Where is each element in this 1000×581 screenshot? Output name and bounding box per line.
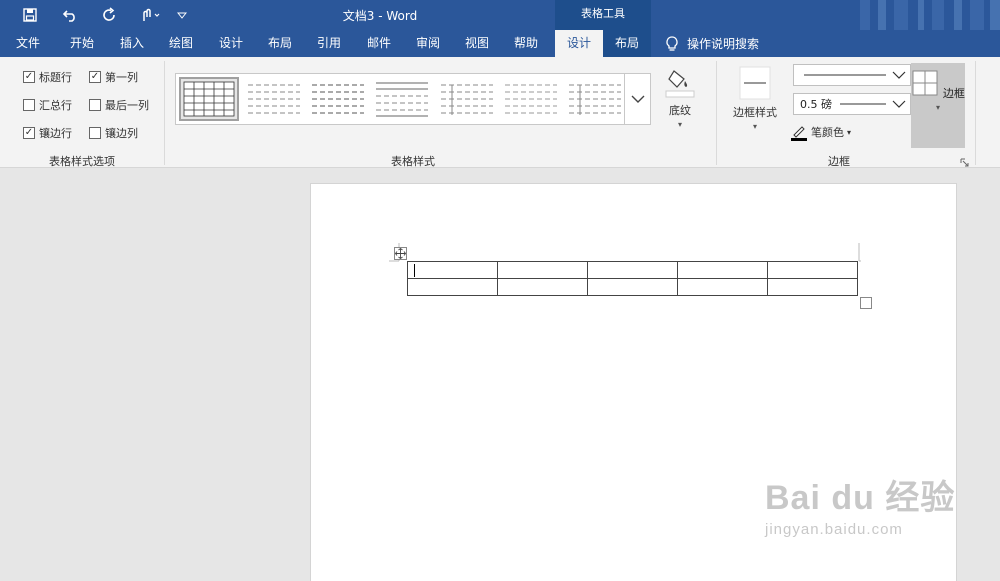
title-bar: 文档3 - Word 表格工具 [0,0,1000,56]
contextual-group-label: 表格工具 [555,0,651,30]
lightbulb-icon [666,35,678,51]
tab-design[interactable]: 设计 [208,30,254,57]
table-style-thumbnail[interactable] [437,77,497,121]
table-cell[interactable] [497,278,588,296]
table-cell[interactable] [587,278,678,296]
customize-dropdown-icon[interactable] [170,4,194,26]
ribbon-tabs: 文件 开始 插入 绘图 设计 布局 引用 邮件 审阅 视图 帮助 设计 布局 操… [0,30,1000,57]
ribbon: ✓ 标题行 ✓ 第一列 汇总行 最后一列 ✓ 镶边行 镶边列 表格样式选项 表格… [0,57,1000,168]
line-style-dropdown[interactable] [793,64,911,86]
window-title: 文档3 - Word [342,9,418,23]
dropdown-caret-icon: ▾ [677,120,682,129]
option-total-row[interactable]: 汇总行 [23,97,72,113]
tab-home[interactable]: 开始 [59,30,105,57]
tab-table-layout[interactable]: 布局 [603,30,651,57]
table-style-thumbnail[interactable] [308,77,368,121]
text-cursor [414,264,415,277]
table-row [407,278,858,296]
table-cell[interactable] [767,278,858,296]
borders-button[interactable]: 边框 ▾ [911,63,965,148]
pen-color-icon [791,126,807,141]
document-table[interactable] [407,261,858,296]
dropdown-caret-icon: ▾ [935,103,940,112]
checkbox-unchecked[interactable] [89,99,101,111]
table-cell[interactable] [677,261,768,279]
touch-mode-icon[interactable] [130,4,170,26]
option-banded-rows[interactable]: ✓ 镶边行 [23,125,72,141]
border-style-icon [739,66,771,100]
table-row [407,261,858,279]
table-resize-handle[interactable] [860,297,872,309]
table-cell[interactable] [497,261,588,279]
margin-corner-marks [389,243,861,262]
table-cell[interactable] [677,278,768,296]
dropdown-caret-icon: ▾ [752,122,757,131]
tab-help[interactable]: 帮助 [503,30,549,57]
table-cell[interactable] [407,261,498,279]
borders-grid-icon [912,70,938,96]
search-label: 操作说明搜索 [687,37,760,51]
gallery-more-chevron-down-icon[interactable] [625,73,651,125]
option-banded-columns[interactable]: 镶边列 [89,125,138,141]
option-last-column[interactable]: 最后一列 [89,97,149,113]
pen-color-button[interactable]: 笔颜色 ▾ [790,123,851,141]
group-label-style-options: 表格样式选项 [49,155,115,168]
group-label-table-styles: 表格样式 [391,155,435,168]
redo-icon[interactable] [90,4,130,26]
checkbox-checked[interactable]: ✓ [89,71,101,83]
tab-table-design[interactable]: 设计 [555,30,603,57]
table-style-thumbnail[interactable] [244,77,304,121]
table-cell[interactable] [407,278,498,296]
option-first-column[interactable]: ✓ 第一列 [89,69,138,85]
baidu-watermark: Bai du 经验 jingyan.baidu.com [765,470,955,538]
table-style-thumbnail[interactable] [565,77,625,121]
paint-bucket-icon [665,70,695,98]
line-weight-dropdown[interactable]: 0.5 磅 [793,93,911,115]
tab-insert[interactable]: 插入 [109,30,155,57]
watermark-url: jingyan.baidu.com [765,521,903,538]
table-style-thumbnail[interactable] [501,77,561,121]
table-cell[interactable] [587,261,678,279]
undo-icon[interactable] [50,4,90,26]
line-style-preview [804,71,906,79]
table-styles-gallery [175,73,625,125]
table-move-handle-icon[interactable] [394,247,407,260]
tell-me-search[interactable]: 操作说明搜索 [663,30,759,57]
tab-draw[interactable]: 绘图 [158,30,204,57]
checkbox-checked[interactable]: ✓ [23,71,35,83]
tab-mailings[interactable]: 邮件 [356,30,402,57]
table-cell[interactable] [767,261,858,279]
table-style-thumbnail[interactable] [179,77,239,121]
border-styles-button[interactable]: 边框样式 ▾ [730,65,780,131]
tab-view[interactable]: 视图 [454,30,500,57]
save-icon[interactable] [10,4,50,26]
watermark-brand: Bai du 经验 [765,479,956,517]
quick-access-toolbar [10,4,194,26]
line-weight-value: 0.5 磅 [800,98,832,111]
checkbox-unchecked[interactable] [89,127,101,139]
chevron-down-icon [840,100,906,108]
table-style-thumbnail[interactable] [372,77,432,121]
tab-review[interactable]: 审阅 [405,30,451,57]
tab-references[interactable]: 引用 [306,30,352,57]
group-label-borders: 边框 [828,155,850,168]
dropdown-caret-icon: ▾ [847,127,852,137]
checkbox-checked[interactable]: ✓ [23,127,35,139]
shading-button[interactable]: 底纹 ▾ [658,65,702,129]
option-header-row[interactable]: ✓ 标题行 [23,69,72,85]
tab-file[interactable]: 文件 [5,30,51,57]
tab-layout[interactable]: 布局 [257,30,303,57]
checkbox-unchecked[interactable] [23,99,35,111]
